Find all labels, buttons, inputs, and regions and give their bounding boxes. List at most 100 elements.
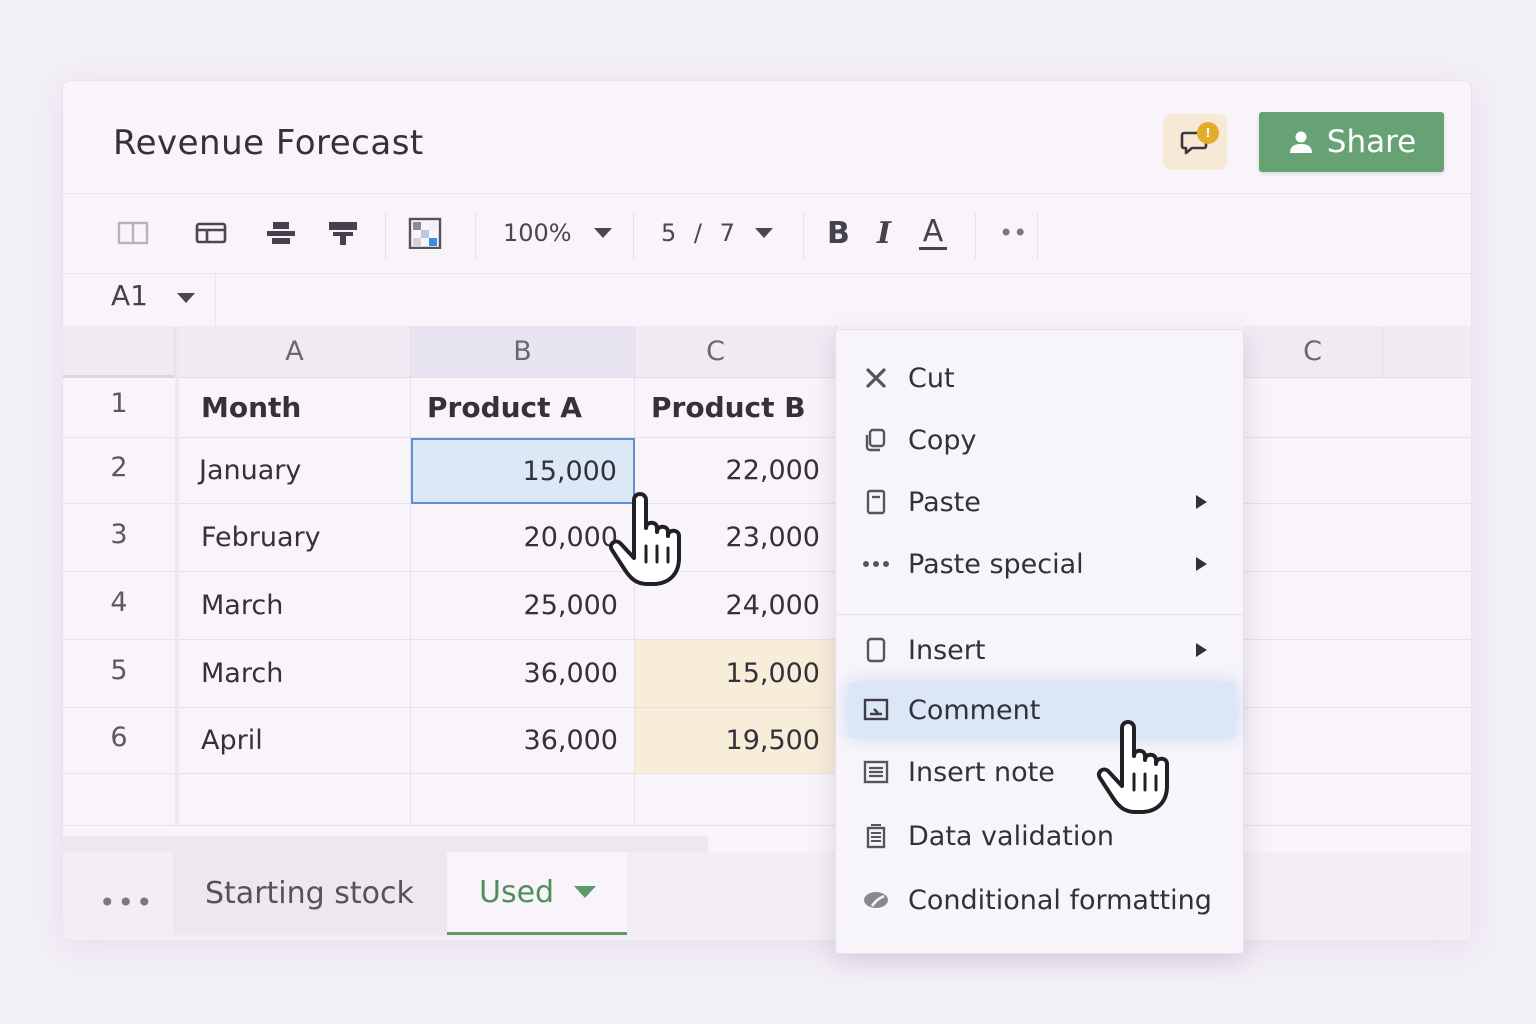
menu-item-conditional-formatting[interactable]: Conditional formatting <box>836 872 1243 928</box>
chevron-down-icon[interactable] <box>177 293 195 303</box>
more-tools-button[interactable]: •• <box>999 213 1027 253</box>
cell-c5[interactable]: 15,000 <box>635 640 837 708</box>
document-title[interactable]: Revenue Forecast <box>113 123 424 163</box>
insert-icon <box>860 634 892 666</box>
cell-a2[interactable]: January <box>179 438 411 504</box>
horizontal-scrollbar[interactable] <box>63 836 708 852</box>
submenu-arrow-icon <box>1196 557 1207 571</box>
cell-c7[interactable] <box>635 774 837 826</box>
menu-item-label: Insert note <box>908 756 1055 788</box>
cell-d7[interactable] <box>1243 774 1471 826</box>
menu-item-insert[interactable]: Insert <box>836 622 1243 678</box>
print-button[interactable] <box>263 213 299 253</box>
cell-d2[interactable] <box>1243 438 1471 504</box>
cell-b5[interactable]: 36,000 <box>411 640 635 708</box>
toolbar-separator <box>975 213 976 259</box>
cell-b6[interactable]: 36,000 <box>411 708 635 774</box>
comment-icon <box>860 694 892 726</box>
cell-a6[interactable]: April <box>179 708 411 774</box>
split-view-icon <box>117 221 149 245</box>
more-sheets-icon[interactable]: ••• <box>99 886 155 919</box>
row-header-3[interactable]: 3 <box>63 504 175 572</box>
menu-item-paste[interactable]: Paste <box>836 474 1243 530</box>
cell-b2-selected[interactable]: 15,000 <box>411 438 635 504</box>
cell-d5[interactable] <box>1243 640 1471 708</box>
table-icon <box>195 222 227 244</box>
toolbar-separator <box>385 213 386 259</box>
cell-b3[interactable]: 20,000 <box>411 504 635 572</box>
validation-icon <box>860 820 892 852</box>
menu-item-copy[interactable]: Copy <box>836 412 1243 468</box>
menu-item-paste-special[interactable]: Paste special <box>836 536 1243 592</box>
italic-button[interactable]: I <box>877 213 891 253</box>
toolbar-separator <box>475 213 476 259</box>
cell-b4[interactable]: 25,000 <box>411 572 635 640</box>
note-icon <box>860 756 892 788</box>
row-header-1[interactable]: 1 <box>63 378 175 438</box>
font-size-select[interactable]: 5 / 7 <box>661 213 773 253</box>
color-grid-icon <box>408 217 442 249</box>
person-icon <box>1289 131 1312 153</box>
row-header-6[interactable]: 6 <box>63 708 175 774</box>
toolbar-divider <box>63 273 1471 274</box>
column-header-next[interactable] <box>1383 326 1471 378</box>
row-header-5[interactable]: 5 <box>63 640 175 708</box>
cell-d6[interactable] <box>1243 708 1471 774</box>
row-header-4[interactable]: 4 <box>63 572 175 640</box>
header-divider <box>63 193 1471 194</box>
split-view-button[interactable] <box>115 213 151 253</box>
more-icon: •• <box>999 219 1028 247</box>
cell-d3[interactable] <box>1243 504 1471 572</box>
menu-item-label: Paste <box>908 486 981 518</box>
spreadsheet-window: Revenue Forecast ! Share 100% 5 / 7 B I … <box>62 80 1472 941</box>
formatting-icon <box>860 884 892 916</box>
bold-icon: B <box>827 215 850 251</box>
sheet-tab-label: Used <box>479 874 555 910</box>
notification-badge: ! <box>1197 122 1219 144</box>
row-header-7[interactable] <box>63 774 175 826</box>
menu-item-label: Comment <box>908 694 1041 726</box>
copy-icon <box>860 424 892 456</box>
text-color-button[interactable]: A <box>919 213 947 253</box>
column-header-a[interactable]: A <box>179 326 411 378</box>
zoom-value: 100% <box>503 219 572 247</box>
sheet-tab-starting-stock[interactable]: Starting stock <box>173 852 447 935</box>
column-header-c[interactable]: C <box>635 326 837 378</box>
row-header-2[interactable]: 2 <box>63 438 175 504</box>
cell-a7[interactable] <box>179 774 411 826</box>
color-grid-button[interactable] <box>407 213 443 253</box>
zoom-select[interactable]: 100% <box>503 213 612 253</box>
menu-item-cut[interactable]: Cut <box>836 350 1243 406</box>
sheet-tab-used[interactable]: Used <box>447 852 627 935</box>
column-header-c2[interactable]: C <box>1243 326 1383 378</box>
cell-d4[interactable] <box>1243 572 1471 640</box>
comments-button[interactable]: ! <box>1163 114 1227 170</box>
cell-a3[interactable]: February <box>179 504 411 572</box>
share-button[interactable]: Share <box>1259 112 1444 172</box>
sheet-tabs-bar: ••• Starting stock Used <box>63 852 1471 940</box>
cell-a4[interactable]: March <box>179 572 411 640</box>
cell-a5[interactable]: March <box>179 640 411 708</box>
name-box[interactable]: A1 <box>111 279 148 312</box>
cell-c6[interactable]: 19,500 <box>635 708 837 774</box>
paint-format-button[interactable] <box>325 213 361 253</box>
more-icon <box>860 548 892 580</box>
hand-pointer-icon <box>606 486 702 590</box>
submenu-arrow-icon <box>1196 643 1207 657</box>
column-header-b[interactable]: B <box>411 326 635 378</box>
cell-b1[interactable]: Product A <box>411 378 635 438</box>
menu-separator <box>836 614 1243 615</box>
cell-a1[interactable]: Month <box>179 378 411 438</box>
toolbar-separator <box>1037 213 1038 259</box>
select-all-corner[interactable] <box>63 326 175 378</box>
cell-d1[interactable] <box>1243 378 1471 438</box>
bold-button[interactable]: B <box>827 213 850 253</box>
chevron-down-icon[interactable] <box>574 886 597 898</box>
cell-c1[interactable]: Product B <box>635 378 837 438</box>
context-menu: Cut Copy Paste Paste special Insert Comm… <box>835 329 1244 954</box>
table-button[interactable] <box>193 213 229 253</box>
paste-icon <box>860 486 892 518</box>
menu-item-label: Copy <box>908 424 977 456</box>
cell-b7[interactable] <box>411 774 635 826</box>
print-icon <box>267 222 295 244</box>
